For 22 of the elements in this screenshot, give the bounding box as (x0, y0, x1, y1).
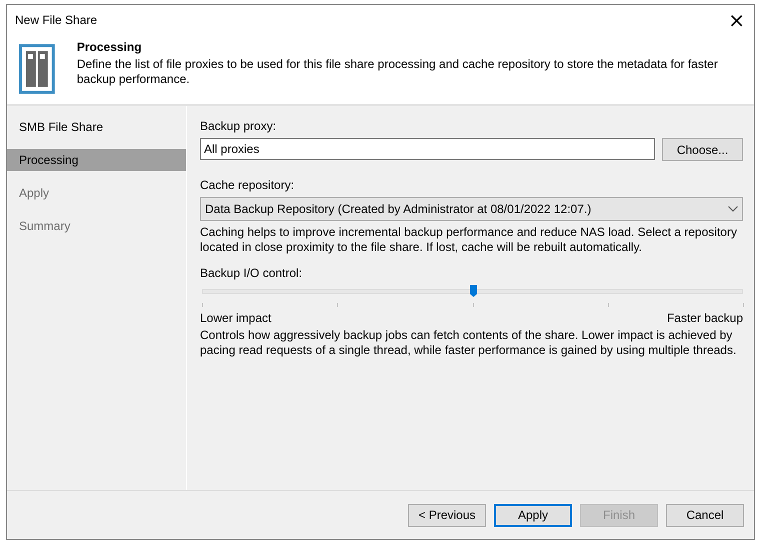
close-button[interactable]: × (725, 10, 748, 30)
dialog-button[interactable]: < Previous (408, 504, 486, 526)
help-text: Controls how aggressively backup jobs can fetch contents of the share. Lower impact is achieved by pacing read requests of a single thread, while faster performance is gained by using multiple threads. (200, 328, 738, 358)
window-title: New File Share (15, 13, 98, 27)
file-share-icon (19, 44, 55, 94)
field-label: Cache repository: (200, 178, 296, 192)
slider-thumb[interactable] (470, 285, 476, 297)
sidebar-item[interactable]: Processing (7, 149, 186, 171)
chevron-down-icon (728, 206, 738, 212)
step-description: Define the list of file proxies to be used for this file share processing and cache repository to store the metadata for faster backup performance. (76, 57, 719, 87)
proxy-field[interactable]: All proxies (200, 138, 655, 160)
help-text: Caching helps to improve incremental backup performance and reduce NAS load. Select a repository located in close proximity to the file share. If lost, cache will be rebuilt automatically. (200, 225, 738, 255)
field-label: Backup proxy: (200, 119, 278, 133)
sidebar-item[interactable]: SMB File Share (7, 116, 186, 138)
dialog-button[interactable]: Cancel (666, 504, 744, 526)
dialog-button[interactable]: Apply (494, 504, 572, 526)
slider-max-label: Faster backup (666, 311, 743, 325)
field-label: Backup I/O control: (200, 266, 304, 280)
choose-button[interactable]: Choose... (662, 138, 743, 161)
step-title: Processing (76, 40, 143, 54)
repository-dropdown[interactable]: Data Backup Repository (Created by Administrator at 08/01/2022 12:07.) (200, 197, 743, 221)
slider-min-label: Lower impact (200, 311, 272, 325)
